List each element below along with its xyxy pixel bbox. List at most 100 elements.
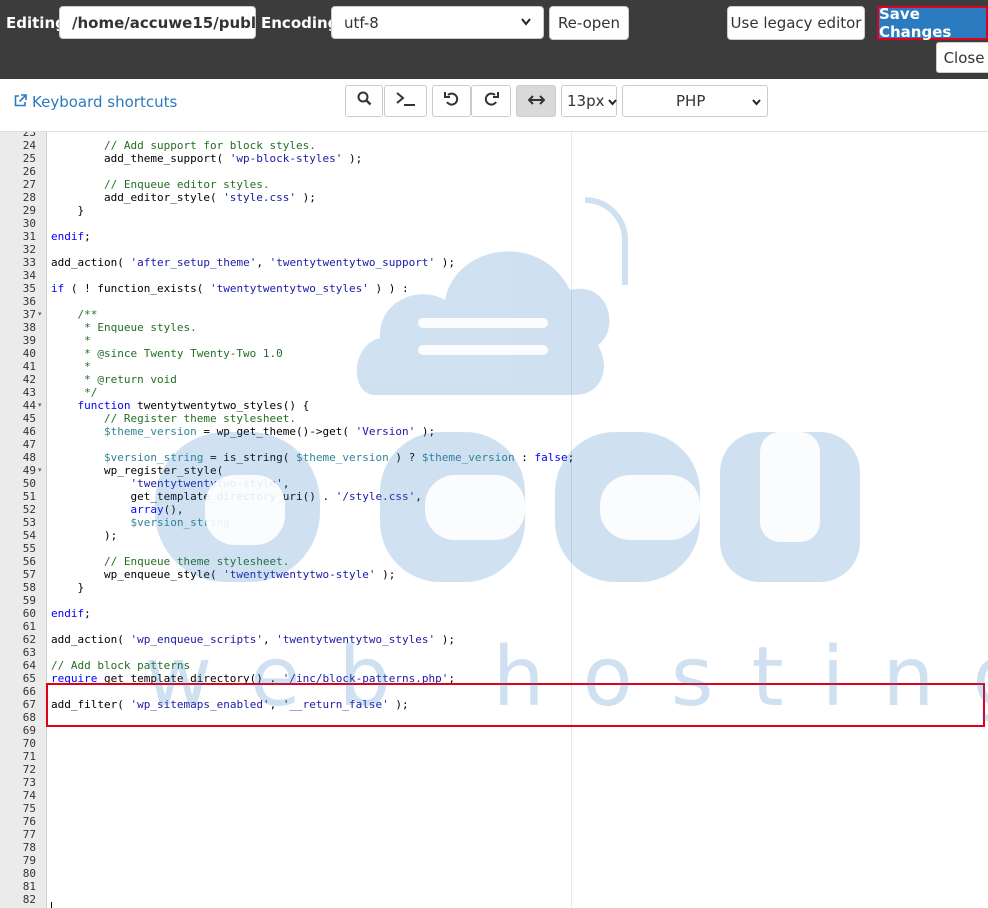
code-line[interactable]: }	[51, 204, 84, 217]
line-number: 55	[22, 542, 36, 555]
code-line[interactable]: * @return void	[51, 373, 177, 386]
code-token: 'twentytwentytwo_support'	[269, 256, 436, 269]
fold-toggle-icon[interactable]: ▾	[38, 464, 44, 477]
language-select[interactable]: PHP	[622, 85, 768, 117]
legacy-editor-button[interactable]: Use legacy editor	[727, 6, 865, 40]
code-token: // Add block patterns	[51, 659, 191, 672]
code-token: *	[51, 334, 91, 347]
line-number: 69	[22, 724, 36, 737]
code-token: $theme_version	[421, 451, 515, 464]
code-token: // Add support for block styles.	[51, 139, 316, 152]
code-token: *	[51, 360, 91, 373]
code-line[interactable]: /**	[51, 308, 97, 321]
encoding-select[interactable]: utf-8	[331, 6, 544, 39]
code-token: ,	[256, 256, 270, 269]
encoding-value: utf-8	[344, 13, 379, 32]
line-number: 54	[22, 529, 36, 542]
line-number: 25	[22, 152, 36, 165]
code-line[interactable]: *	[51, 334, 91, 347]
line-number: 52	[22, 503, 36, 516]
code-token: = wp_get_theme()->get(	[196, 425, 356, 438]
fold-toggle-icon[interactable]: ▾	[38, 399, 44, 412]
code-line[interactable]: */	[51, 386, 97, 399]
code-line[interactable]: endif;	[51, 607, 91, 620]
code-line[interactable]: array(),	[51, 503, 183, 516]
code-token: }	[51, 581, 85, 594]
code-token: add_theme_support(	[51, 152, 230, 165]
code-line[interactable]: get_template_directory_uri() . '/style.c…	[51, 490, 421, 503]
code-line[interactable]: add_action( 'wp_enqueue_scripts', 'twent…	[51, 633, 455, 646]
code-token: * @since Twenty Twenty-Two 1.0	[51, 347, 283, 360]
line-number: 67	[22, 698, 36, 711]
search-button[interactable]	[345, 85, 383, 117]
chevron-down-icon	[752, 92, 761, 110]
code-token: if	[51, 282, 65, 295]
code-token: (),	[163, 503, 184, 516]
code-token: // Enqueue editor styles.	[51, 178, 270, 191]
code-line[interactable]: add_editor_style( 'style.css' );	[51, 191, 316, 204]
line-number: 58	[22, 581, 36, 594]
line-number: 44	[22, 399, 36, 412]
file-path-input[interactable]	[59, 6, 256, 39]
code-line[interactable]: endif;	[51, 230, 91, 243]
word-wrap-button[interactable]	[516, 85, 556, 117]
keyboard-shortcuts-link[interactable]: Keyboard shortcuts	[14, 93, 177, 111]
save-changes-button[interactable]: Save Changes	[877, 5, 988, 41]
code-line[interactable]: $version_string = is_string( $theme_vers…	[51, 451, 574, 464]
close-button[interactable]: Close	[936, 42, 988, 73]
code-line[interactable]: *	[51, 360, 91, 373]
undo-icon	[444, 91, 459, 111]
code-line[interactable]: * @since Twenty Twenty-Two 1.0	[51, 347, 283, 360]
code-line[interactable]: * Enqueue styles.	[51, 321, 197, 334]
fold-toggle-icon[interactable]: ▾	[38, 308, 44, 321]
code-token: ) ?	[388, 451, 422, 464]
code-line[interactable]: // Enqueue theme stylesheet.	[51, 555, 289, 568]
code-token: );	[51, 529, 118, 542]
code-token: );	[296, 191, 316, 204]
code-line[interactable]: wp_register_style(	[51, 464, 223, 477]
code-token: :	[514, 451, 535, 464]
code-editor[interactable]: 23 24 25 26 27 28 29 30 31 32 33 34 35 36 37 ▾ 38 39 40 41 4…	[0, 132, 988, 908]
code-token: 'twentytwentytwo-style'	[130, 477, 283, 490]
code-line[interactable]: // Add block patterns	[51, 659, 190, 672]
goto-line-button[interactable]	[384, 85, 427, 117]
line-number: 50	[22, 477, 36, 490]
code-token: * Enqueue styles.	[51, 321, 197, 334]
editor-toolbar: Keyboard shortcuts 13px PHP	[0, 79, 988, 132]
code-token: false	[534, 451, 568, 464]
line-number: 68	[22, 711, 36, 724]
code-token: $version_string	[130, 516, 230, 529]
code-line[interactable]: wp_enqueue_style( 'twentytwentytwo-style…	[51, 568, 395, 581]
reopen-button[interactable]: Re-open	[549, 6, 629, 40]
terminal-icon	[395, 91, 416, 111]
font-size-select[interactable]: 13px	[561, 85, 617, 117]
code-line[interactable]: add_action( 'after_setup_theme', 'twenty…	[51, 256, 455, 269]
code-line[interactable]: // Add support for block styles.	[51, 139, 316, 152]
code-line[interactable]: // Enqueue editor styles.	[51, 178, 270, 191]
print-margin	[571, 132, 572, 908]
code-line[interactable]: 'twentytwentytwo-style',	[51, 477, 289, 490]
code-line[interactable]: );	[51, 529, 117, 542]
redo-button[interactable]	[471, 85, 511, 117]
line-number: 35	[22, 282, 36, 295]
code-token: */	[51, 386, 98, 399]
code-token: add_editor_style(	[51, 191, 224, 204]
redo-icon	[484, 91, 499, 111]
code-line[interactable]: add_theme_support( 'wp-block-styles' );	[51, 152, 362, 165]
code-line[interactable]: // Register theme stylesheet.	[51, 412, 296, 425]
code-token: $version_string	[103, 451, 204, 464]
code-token: );	[375, 568, 396, 581]
undo-button[interactable]	[432, 85, 471, 117]
code-line[interactable]: if ( ! function_exists( 'twentytwentytwo…	[51, 282, 409, 295]
code-token: 'twentytwentytwo_styles'	[276, 633, 436, 646]
code-line[interactable]: $theme_version = wp_get_theme()->get( 'V…	[51, 425, 435, 438]
code-line[interactable]: }	[51, 581, 84, 594]
line-number: 72	[22, 763, 36, 776]
code-token: );	[435, 256, 456, 269]
font-size-value: 13px	[567, 92, 605, 110]
code-line[interactable]: function twentytwentytwo_styles() {	[51, 399, 310, 412]
code-token: '/style.css'	[335, 490, 416, 503]
code-token: ,	[262, 633, 277, 646]
code-line[interactable]: $version_string	[51, 516, 230, 529]
